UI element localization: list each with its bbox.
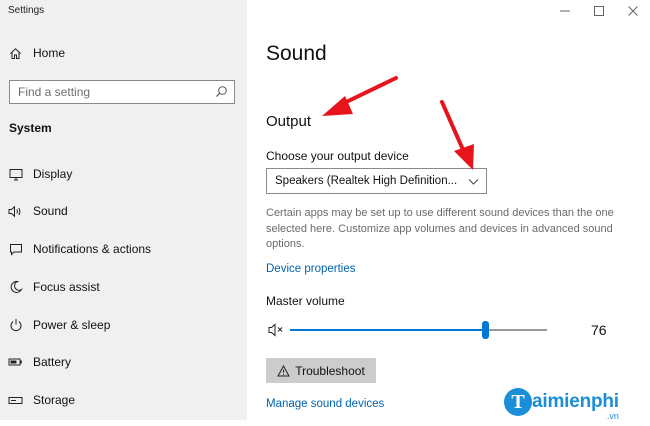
power-icon	[8, 318, 23, 333]
sidebar-item-storage[interactable]: Storage	[8, 390, 238, 410]
notification-icon	[8, 242, 23, 257]
storage-icon	[8, 393, 23, 408]
sidebar-item-display[interactable]: Display	[8, 164, 238, 184]
sidebar-item-focus-assist[interactable]: Focus assist	[8, 277, 238, 297]
troubleshoot-label: Troubleshoot	[295, 363, 365, 378]
master-volume-label: Master volume	[266, 294, 345, 308]
volume-value: 76	[591, 322, 607, 338]
home-icon	[8, 46, 22, 60]
category-heading: System	[9, 121, 52, 135]
sidebar-item-home[interactable]: Home	[8, 46, 65, 60]
speaker-icon	[8, 204, 23, 219]
device-properties-link[interactable]: Device properties	[266, 263, 355, 275]
output-heading: Output	[266, 113, 312, 130]
sidebar-item-label: Home	[33, 46, 66, 60]
minimize-button[interactable]	[548, 0, 582, 22]
maximize-icon	[594, 6, 604, 16]
sidebar-item-label: Sound	[33, 204, 68, 218]
slider-thumb[interactable]	[482, 321, 489, 339]
page-title: Sound	[266, 42, 327, 65]
master-volume-slider[interactable]	[290, 320, 547, 340]
sidebar-item-label: Storage	[33, 393, 76, 407]
sidebar-item-power-sleep[interactable]: Power & sleep	[8, 315, 238, 335]
logo-badge: T	[504, 388, 532, 416]
maximize-button[interactable]	[582, 0, 616, 22]
monitor-icon	[8, 167, 23, 182]
window-controls	[548, 0, 650, 22]
battery-icon	[8, 355, 23, 370]
watermark-logo: T aimienphi .vn	[504, 388, 619, 421]
warning-icon	[277, 364, 291, 377]
window-title: Settings	[8, 5, 45, 16]
logo-domain: .vn	[606, 411, 619, 421]
minimize-icon	[560, 10, 570, 12]
close-button[interactable]	[616, 0, 650, 22]
sidebar-item-label: Focus assist	[33, 280, 100, 294]
sidebar: Settings Home System Display Sound Notif…	[0, 0, 247, 420]
sidebar-item-notifications[interactable]: Notifications & actions	[8, 239, 238, 259]
mute-speaker-icon[interactable]	[268, 322, 286, 338]
slider-fill	[290, 329, 485, 331]
selected-device-value: Speakers (Realtek High Definition...	[275, 175, 458, 187]
manage-sound-devices-link[interactable]: Manage sound devices	[266, 398, 384, 410]
logo-text: aimienphi	[532, 391, 619, 412]
moon-icon	[8, 280, 23, 295]
sidebar-item-battery[interactable]: Battery	[8, 352, 238, 372]
close-icon	[628, 6, 638, 16]
troubleshoot-button[interactable]: Troubleshoot	[266, 358, 376, 383]
annotation-arrow-output	[322, 76, 398, 116]
search-field[interactable]	[9, 80, 235, 104]
output-device-label: Choose your output device	[266, 149, 409, 163]
output-description: Certain apps may be set up to use differ…	[266, 207, 614, 250]
annotation-arrow-device	[440, 100, 474, 170]
search-input[interactable]	[10, 81, 206, 103]
sidebar-item-sound[interactable]: Sound	[8, 201, 238, 221]
sidebar-item-label: Battery	[33, 355, 72, 369]
sidebar-item-label: Power & sleep	[33, 318, 111, 332]
search-icon[interactable]	[215, 85, 228, 98]
chevron-down-icon	[467, 175, 480, 188]
sidebar-item-label: Display	[33, 167, 73, 181]
sidebar-item-label: Notifications & actions	[33, 242, 152, 256]
